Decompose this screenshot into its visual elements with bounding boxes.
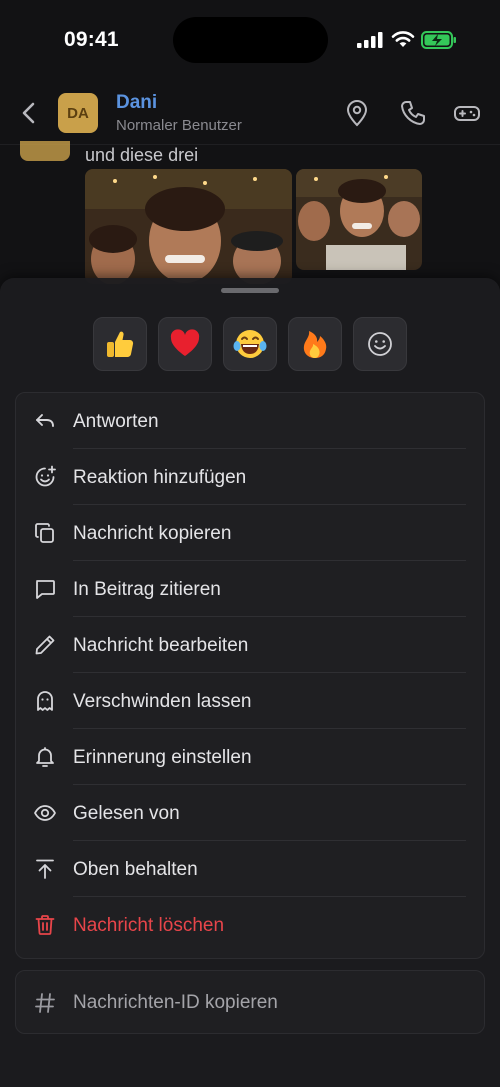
copy-icon — [35, 523, 54, 543]
pencil-icon — [35, 635, 55, 655]
menu-item-pin-top[interactable]: Oben behalten — [16, 841, 484, 897]
heart-icon — [170, 329, 200, 356]
status-time: 09:41 — [64, 28, 119, 51]
menu-item-reminder[interactable]: Erinnerung einstellen — [16, 729, 484, 785]
reaction-add-emoji-button[interactable] — [353, 317, 407, 371]
message-photo[interactable] — [296, 169, 422, 270]
smiley-icon — [368, 332, 392, 356]
dynamic-island — [173, 17, 328, 63]
fire-icon — [303, 331, 327, 358]
laughing-tears-icon — [233, 330, 267, 358]
menu-item-reply[interactable]: Antworten — [16, 393, 484, 449]
pin-top-icon — [36, 859, 54, 879]
message-avatar — [20, 141, 70, 161]
sheet-drag-handle[interactable] — [221, 288, 279, 293]
avatar[interactable]: DA — [58, 93, 98, 133]
quick-reactions — [93, 317, 409, 373]
menu-item-label: In Beitrag zitieren — [73, 579, 221, 600]
quote-icon — [36, 580, 55, 599]
menu-item-label: Erinnerung einstellen — [73, 747, 252, 768]
menu-item-copy-message-id[interactable]: Nachrichten-ID kopieren — [15, 970, 485, 1034]
eye-icon — [34, 805, 56, 821]
menu-item-read-by[interactable]: Gelesen von — [16, 785, 484, 841]
chat-header: DA Dani Normaler Benutzer — [0, 84, 500, 145]
contact-role: Normaler Benutzer — [116, 117, 242, 134]
menu-item-delete[interactable]: Nachricht löschen — [16, 897, 484, 953]
reaction-fire-button[interactable] — [288, 317, 342, 371]
hash-icon — [35, 993, 55, 1013]
message-action-sheet: Antworten Reaktion hinzufügen Nachricht … — [0, 278, 500, 1087]
reaction-heart-button[interactable] — [158, 317, 212, 371]
menu-item-disappear[interactable]: Verschwinden lassen — [16, 673, 484, 729]
screen: 09:41 DA Dani Normaler Benutzer und dies… — [0, 0, 500, 1087]
ghost-icon — [37, 691, 53, 711]
add-reaction-icon — [35, 465, 56, 487]
contact-name[interactable]: Dani — [116, 92, 157, 114]
menu-item-label: Verschwinden lassen — [73, 691, 252, 712]
wifi-icon — [391, 31, 415, 47]
thumbs-up-icon — [107, 331, 134, 357]
status-bar: 09:41 — [0, 0, 500, 80]
reply-icon — [36, 414, 54, 427]
menu-item-quote[interactable]: In Beitrag zitieren — [16, 561, 484, 617]
battery-charging-icon — [421, 31, 456, 49]
message-actions-menu: Antworten Reaktion hinzufügen Nachricht … — [15, 392, 485, 959]
message-text: und diese drei — [85, 145, 199, 165]
menu-item-label: Gelesen von — [73, 803, 180, 824]
menu-item-label: Nachricht bearbeiten — [73, 635, 249, 656]
menu-item-label: Nachrichten-ID kopieren — [73, 992, 278, 1013]
menu-item-label: Reaktion hinzufügen — [73, 467, 247, 488]
menu-item-label: Nachricht löschen — [73, 915, 225, 936]
message-photo[interactable] — [85, 169, 292, 284]
gamepad-icon[interactable] — [452, 98, 482, 128]
location-pin-icon[interactable] — [342, 98, 372, 128]
menu-item-edit[interactable]: Nachricht bearbeiten — [16, 617, 484, 673]
menu-item-label: Nachricht kopieren — [73, 523, 232, 544]
phone-icon[interactable] — [398, 98, 428, 128]
cellular-signal-icon — [357, 32, 383, 48]
back-chevron-icon[interactable] — [14, 98, 44, 128]
menu-item-add-reaction[interactable]: Reaktion hinzufügen — [16, 449, 484, 505]
menu-item-label: Antworten — [73, 411, 159, 432]
menu-item-label: Oben behalten — [73, 859, 198, 880]
bell-icon — [36, 747, 54, 767]
trash-icon — [35, 915, 55, 935]
reaction-thumbs-up-button[interactable] — [93, 317, 147, 371]
menu-item-copy[interactable]: Nachricht kopieren — [16, 505, 484, 561]
reaction-laughing-button[interactable] — [223, 317, 277, 371]
